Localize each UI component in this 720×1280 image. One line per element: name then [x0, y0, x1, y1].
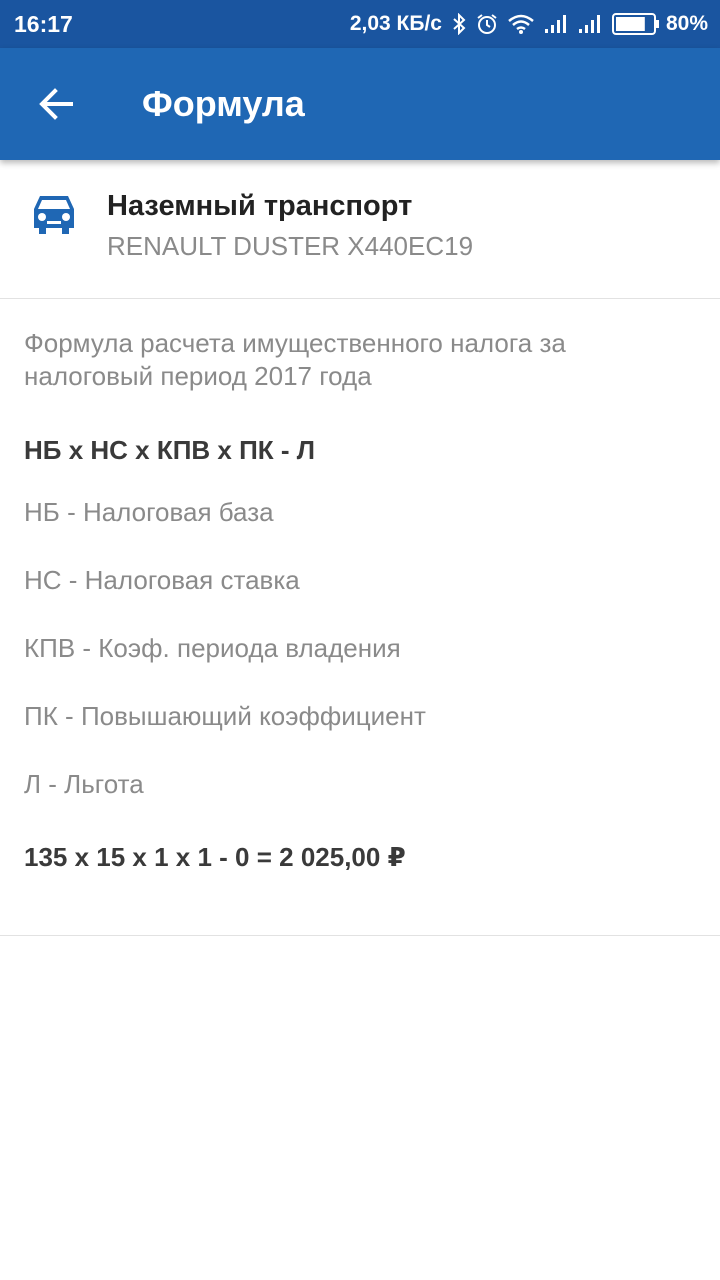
battery-icon — [611, 13, 659, 35]
car-icon — [34, 196, 74, 234]
signal-icon — [578, 14, 602, 34]
bluetooth-icon — [452, 13, 466, 35]
formula-section: Формула расчета имущественного налога за… — [0, 299, 720, 936]
vehicle-type: Наземный транспорт — [107, 190, 413, 222]
wifi-icon — [508, 14, 534, 34]
app-bar: Формула — [0, 48, 720, 160]
legend-item: Л - Льгота — [24, 769, 144, 799]
status-icons: 2,03 КБ/с 80% — [350, 12, 708, 36]
calculation-result: 135 х 15 х 1 х 1 - 0 = 2 025,00 ₽ — [24, 842, 406, 872]
status-time: 16:17 — [14, 10, 73, 37]
vehicle-card: Наземный транспорт RENAULT DUSTER Х440ЕС… — [0, 160, 720, 299]
legend-item: НБ - Налоговая база — [24, 497, 274, 527]
network-speed: 2,03 КБ/с — [349, 12, 442, 35]
battery-percent: 80% — [665, 12, 708, 35]
vehicle-name: RENAULT DUSTER Х440ЕС19 — [107, 231, 474, 261]
page-title: Формула — [142, 83, 305, 124]
alarm-icon — [476, 13, 498, 35]
signal-icon — [544, 14, 568, 34]
legend-item: НС - Налоговая ставка — [24, 565, 300, 595]
back-button[interactable] — [24, 72, 88, 136]
legend-item: ПК - Повышающий коэффициент — [24, 701, 426, 731]
arrow-back-icon — [39, 88, 73, 120]
formula-expression: НБ х НС х КПВ х ПК - Л — [24, 435, 315, 465]
legend-item: КПВ - Коэф. периода владения — [24, 633, 401, 663]
formula-description: Формула расчета имущественного налога за… — [24, 328, 566, 391]
status-bar: 16:17 2,03 КБ/с 80% — [0, 0, 720, 48]
battery-indicator: 80% — [611, 12, 708, 36]
